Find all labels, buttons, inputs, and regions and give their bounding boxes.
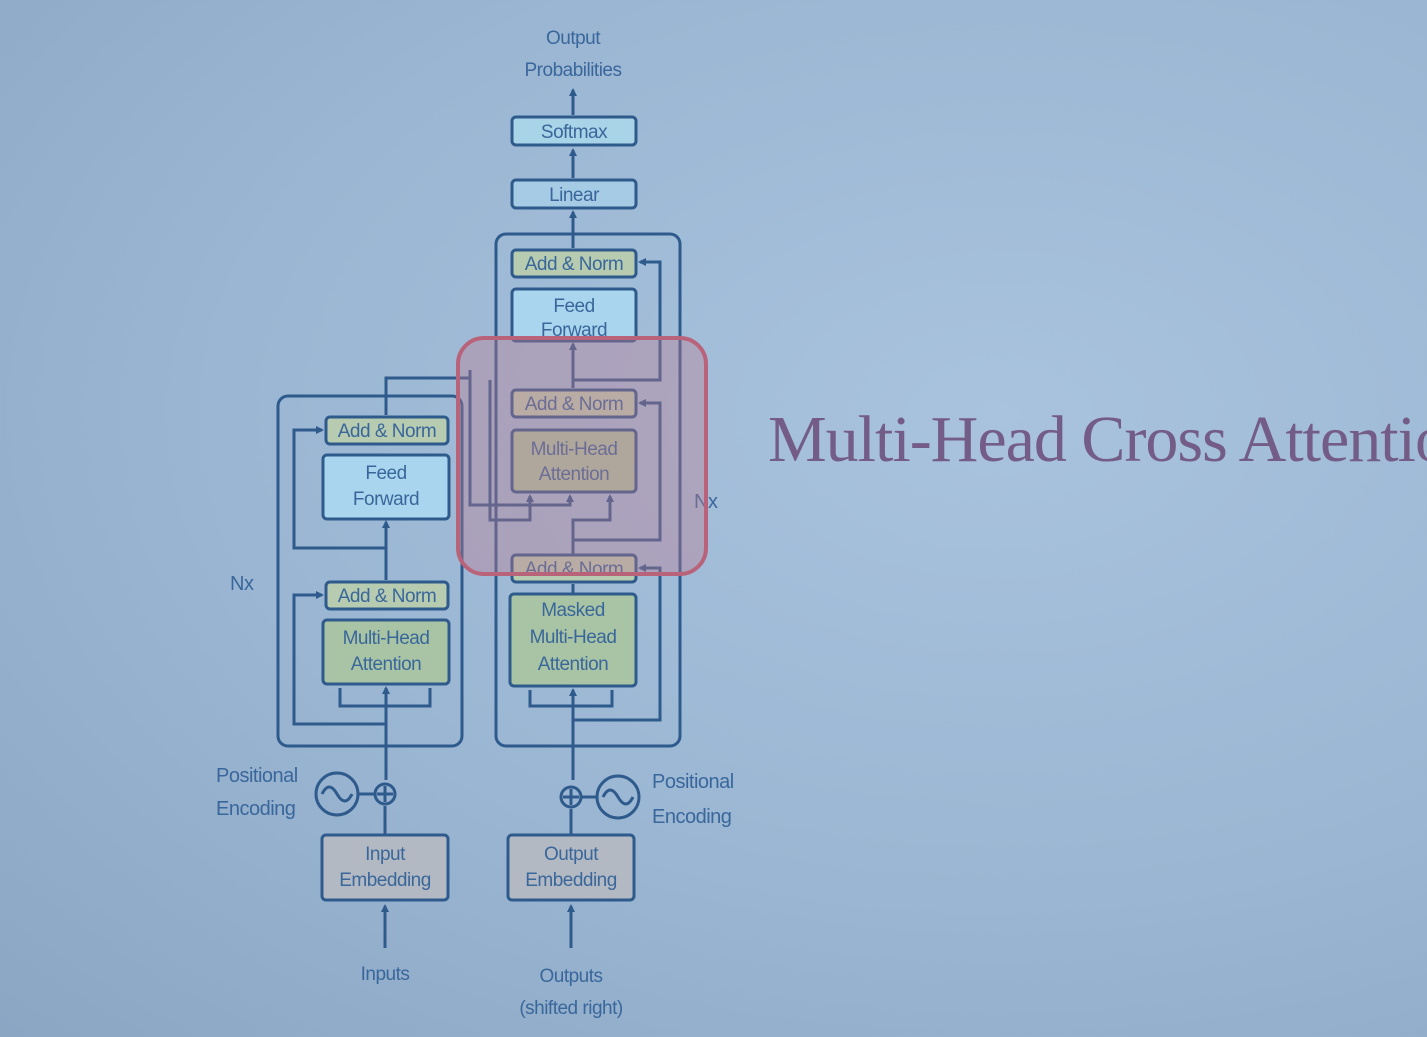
linear-label: Linear — [549, 185, 600, 206]
inputs-label: Inputs — [361, 964, 410, 985]
encoder-attention-label-2: Attention — [351, 654, 422, 675]
outputs-label-2: (shifted right) — [519, 998, 623, 1019]
decoder-masked-label-3: Attention — [538, 654, 609, 675]
encoder-add-norm-bottom-label: Add & Norm — [338, 586, 436, 607]
outputs-label: Outputs — [539, 966, 602, 987]
softmax-label: Softmax — [541, 122, 608, 143]
slide-title: Multi-Head Cross Attention — [768, 403, 1427, 476]
decoder-positional-label: Positional — [652, 771, 734, 793]
encoder-add-norm-top-label: Add & Norm — [338, 421, 436, 442]
encoder-positional-label-2: Encoding — [216, 798, 295, 820]
decoder-masked-inputs — [528, 690, 614, 708]
decoder-masked-label-2: Multi-Head — [530, 627, 617, 648]
input-embedding-label: Input — [365, 844, 406, 865]
slide: Output Probabilities Softmax Linear Add … — [0, 0, 1427, 1037]
output-embedding-label-2: Embedding — [525, 870, 617, 891]
decoder-masked-label: Masked — [541, 600, 605, 621]
encoder-attention-label: Multi-Head — [343, 628, 430, 649]
output-embedding-label: Output — [544, 844, 599, 865]
decoder-feed-forward-label: Feed — [553, 296, 594, 317]
input-embedding-label-2: Embedding — [339, 870, 431, 891]
encoder-feed-forward-label: Feed — [365, 463, 406, 484]
transformer-diagram: Output Probabilities Softmax Linear Add … — [216, 28, 734, 1019]
encoder-positional-label: Positional — [216, 765, 298, 787]
encoder-frame — [276, 394, 464, 748]
encoder-feed-forward-label-2: Forward — [353, 489, 419, 510]
encoder-nx-label: Nx — [230, 573, 254, 595]
output-probabilities-label: Output — [546, 28, 601, 49]
decoder-add-norm-top-label: Add & Norm — [525, 254, 623, 275]
encoder-sine-wave — [320, 785, 354, 803]
decoder-sine-wave — [601, 788, 635, 806]
cross-attention-highlight — [456, 336, 708, 576]
decoder-positional-label-2: Encoding — [652, 806, 731, 828]
output-probabilities-label-2: Probabilities — [525, 60, 622, 81]
